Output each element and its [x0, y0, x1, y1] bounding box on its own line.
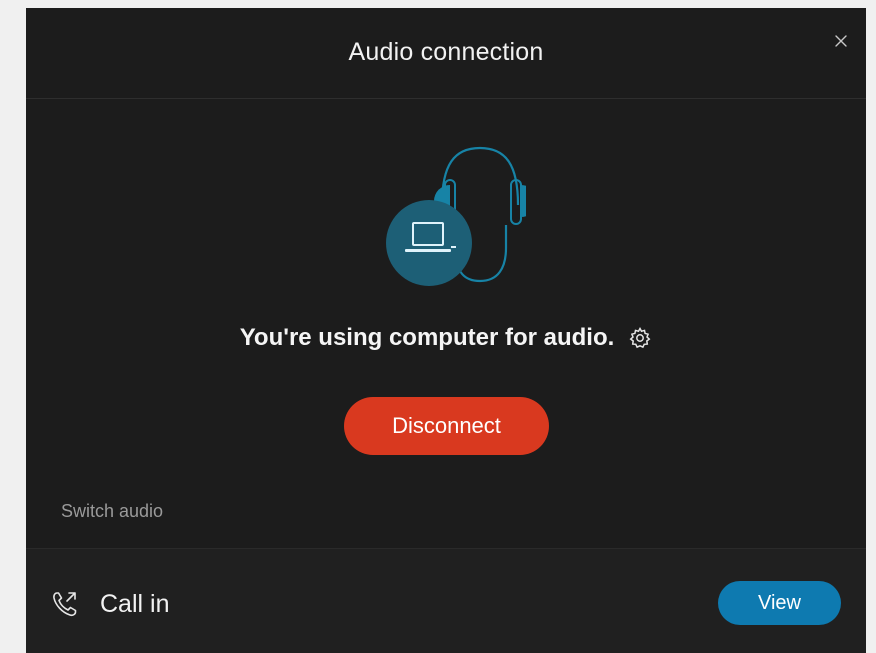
dialog-title: Audio connection [348, 38, 544, 66]
phone-callin-icon [50, 589, 80, 619]
call-in-label: Call in [100, 589, 170, 618]
audio-connection-dialog: Audio connection You're using computer f… [26, 8, 866, 653]
dialog-header: Audio connection [26, 8, 866, 99]
audio-status-text: You're using computer for audio. [239, 324, 615, 351]
call-in-option[interactable]: Call in [50, 589, 169, 619]
computer-audio-headset-icon [356, 143, 537, 288]
disconnect-button[interactable]: Disconnect [344, 397, 549, 455]
close-icon[interactable] [828, 28, 854, 54]
audio-status: You're using computer for audio. [26, 324, 866, 352]
gear-icon[interactable] [628, 326, 652, 350]
switch-audio-label: Switch audio [61, 501, 164, 521]
switch-audio-options: Call in View [26, 548, 866, 653]
view-button[interactable]: View [718, 581, 841, 625]
